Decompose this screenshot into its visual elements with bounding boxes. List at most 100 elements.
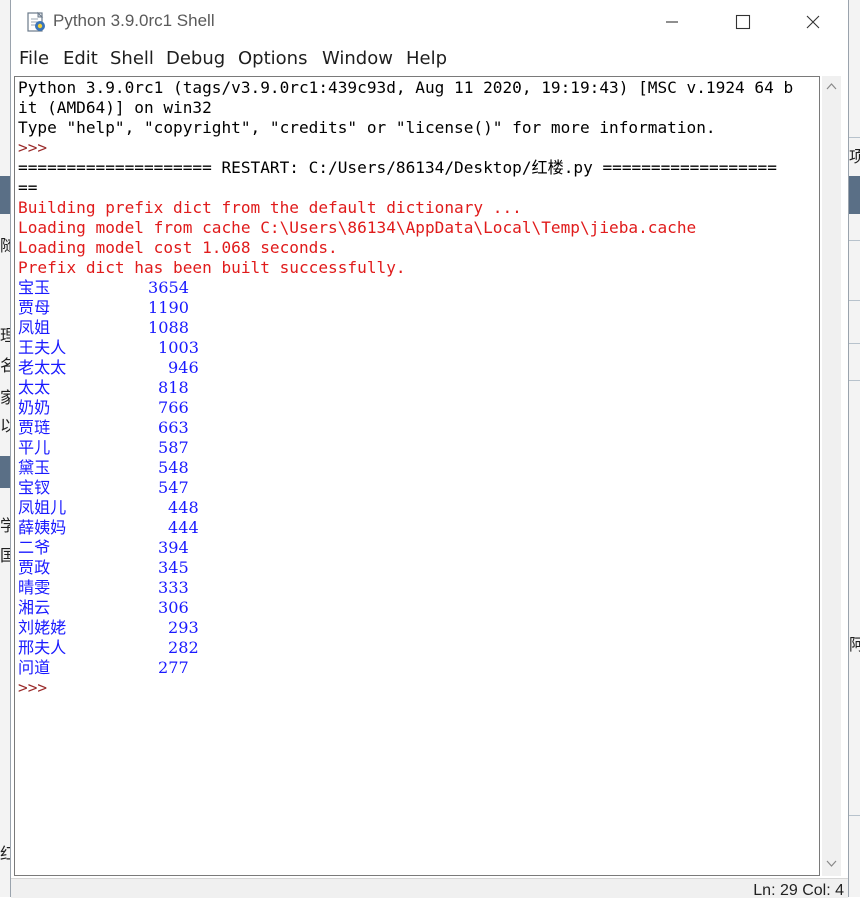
- banner-line: Type "help", "copyright", "credits" or "…: [18, 118, 716, 137]
- result-count: 333: [158, 578, 189, 597]
- minimize-button[interactable]: [637, 0, 707, 44]
- scroll-up-icon[interactable]: [826, 82, 837, 90]
- result-count: 946: [168, 358, 199, 377]
- result-name: 二爷: [18, 538, 51, 557]
- result-name: 晴雯: [18, 578, 51, 597]
- background-text: 项: [849, 148, 860, 166]
- result-row: 平儿 587: [18, 438, 418, 458]
- result-row: 晴雯 333: [18, 578, 418, 598]
- menu-edit[interactable]: Edit: [63, 48, 98, 69]
- menu-window[interactable]: Window: [322, 48, 393, 69]
- result-row: 黛玉 548: [18, 458, 418, 478]
- shell-prompt[interactable]: >>>: [18, 678, 57, 698]
- result-count: 663: [158, 418, 189, 437]
- result-count: 587: [158, 438, 189, 457]
- idle-shell-window: Python 3.9.0rc1 Shell File Edit Shell De…: [10, 0, 849, 899]
- result-row: 凤姐儿 448: [18, 498, 418, 518]
- result-count: 1088: [148, 318, 189, 337]
- result-count: 766: [158, 398, 189, 417]
- result-count: 293: [168, 618, 199, 637]
- menu-file[interactable]: File: [19, 48, 49, 69]
- python-idle-icon: [27, 11, 45, 32]
- result-count: 448: [168, 498, 199, 517]
- result-count: 818: [158, 378, 189, 397]
- background-highlight-block: [849, 176, 860, 214]
- result-row: 刘姥姥 293: [18, 618, 418, 638]
- background-divider: [849, 137, 860, 138]
- background-divider: [849, 380, 860, 381]
- background-window-right: [849, 0, 860, 897]
- result-count: 306: [158, 598, 189, 617]
- restart-banner: ==: [18, 178, 38, 197]
- cursor-position: Ln: 29 Col: 4: [753, 882, 844, 899]
- stderr-line: Loading model from cache C:\Users\86134\…: [18, 218, 697, 237]
- result-count: 3654: [148, 278, 189, 297]
- result-row: 邢夫人 282: [18, 638, 418, 658]
- result-count: 548: [158, 458, 189, 477]
- result-count: 394: [158, 538, 189, 557]
- result-name: 贾琏: [18, 418, 51, 437]
- result-row: 凤姐 1088: [18, 318, 418, 338]
- background-divider: [849, 343, 860, 344]
- result-name: 邢夫人: [18, 638, 67, 657]
- result-row: 宝玉 3654: [18, 278, 418, 298]
- menu-help[interactable]: Help: [406, 48, 447, 69]
- result-row: 贾琏 663: [18, 418, 418, 438]
- result-name: 王夫人: [18, 338, 67, 357]
- background-divider: [849, 240, 860, 241]
- menu-options[interactable]: Options: [238, 48, 307, 69]
- result-count: 1003: [158, 338, 199, 357]
- result-row: 贾政 345: [18, 558, 418, 578]
- result-count: 282: [168, 638, 199, 657]
- result-name: 凤姐儿: [18, 498, 67, 517]
- menu-bar: File Edit Shell Debug Options Window Hel…: [11, 45, 848, 75]
- close-button[interactable]: [778, 0, 848, 44]
- result-row: 奶奶 766: [18, 398, 418, 418]
- result-count: 547: [158, 478, 189, 497]
- result-name: 平儿: [18, 438, 51, 457]
- result-name: 奶奶: [18, 398, 51, 417]
- background-text: 阿: [849, 636, 860, 654]
- maximize-button[interactable]: [708, 0, 778, 44]
- shell-text-area[interactable]: Python 3.9.0rc1 (tags/v3.9.0rc1:439c93d,…: [14, 76, 820, 876]
- background-divider: [849, 815, 860, 816]
- result-name: 贾政: [18, 558, 51, 577]
- result-row: 湘云 306: [18, 598, 418, 618]
- stderr-line: Prefix dict has been built successfully.: [18, 258, 406, 277]
- title-bar[interactable]: Python 3.9.0rc1 Shell: [11, 0, 848, 44]
- banner-line: Python 3.9.0rc1 (tags/v3.9.0rc1:439c93d,…: [18, 78, 794, 97]
- window-title: Python 3.9.0rc1 Shell: [53, 11, 215, 30]
- result-name: 老太太: [18, 358, 67, 377]
- banner-line: it (AMD64)] on win32: [18, 98, 212, 117]
- result-name: 宝玉: [18, 278, 51, 297]
- stderr-line: Loading model cost 1.068 seconds.: [18, 238, 338, 257]
- menu-shell[interactable]: Shell: [110, 48, 154, 69]
- result-name: 黛玉: [18, 458, 51, 477]
- result-name: 薛姨妈: [18, 518, 67, 537]
- result-row: 老太太 946: [18, 358, 418, 378]
- result-row: 薛姨妈 444: [18, 518, 418, 538]
- result-count: 345: [158, 558, 189, 577]
- result-row: 二爷 394: [18, 538, 418, 558]
- close-icon: [806, 15, 820, 29]
- result-name: 刘姥姥: [18, 618, 67, 637]
- background-divider: [849, 300, 860, 301]
- maximize-icon: [735, 14, 751, 30]
- scroll-down-icon[interactable]: [826, 860, 837, 868]
- result-name: 凤姐: [18, 318, 51, 337]
- menu-debug[interactable]: Debug: [166, 48, 225, 69]
- result-count: 444: [168, 518, 199, 537]
- minimize-icon: [666, 21, 678, 23]
- stderr-line: Building prefix dict from the default di…: [18, 198, 522, 217]
- shell-prompt: >>>: [18, 138, 57, 157]
- result-count: 277: [158, 658, 189, 677]
- result-row: 宝钗 547: [18, 478, 418, 498]
- result-name: 贾母: [18, 298, 51, 317]
- result-row: 太太 818: [18, 378, 418, 398]
- restart-banner: ==================== RESTART: C:/Users/8…: [18, 158, 777, 177]
- result-name: 宝钗: [18, 478, 51, 497]
- result-row: 王夫人 1003: [18, 338, 418, 358]
- vertical-scrollbar[interactable]: [822, 76, 841, 876]
- result-row: 贾母 1190: [18, 298, 418, 318]
- status-bar: Ln: 29 Col: 4: [11, 878, 848, 899]
